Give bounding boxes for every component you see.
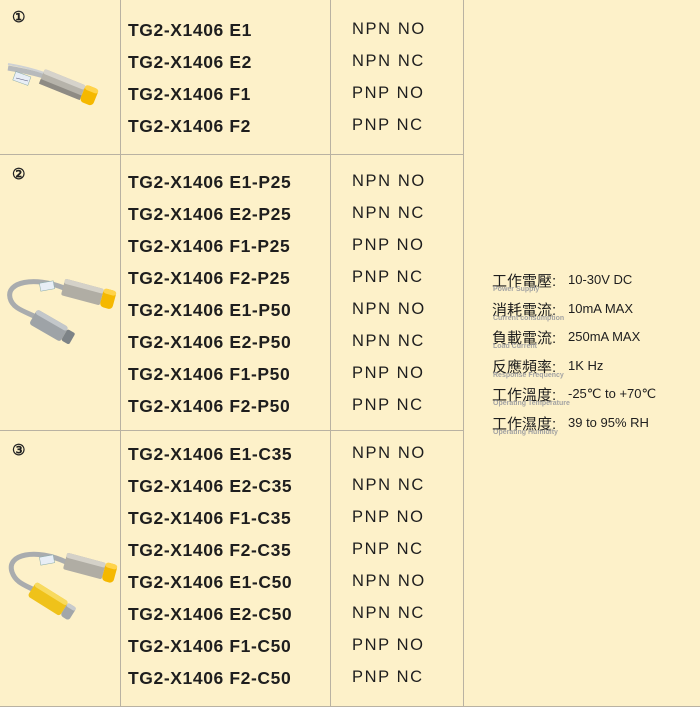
model-code: TG2-X1406 F2-C50: [128, 668, 292, 688]
model-code: TG2-X1406 E1-P50: [128, 300, 292, 320]
model-code: TG2-X1406 E2-P50: [128, 332, 292, 352]
model-cell-2: [121, 155, 330, 430]
spec-power-supply: 工作電壓: 10-30V DC Power Supply: [492, 270, 692, 299]
grid-divider: [463, 0, 464, 706]
output-type: PNP NO: [352, 508, 425, 526]
model-code: TG2-X1406 F2-C35: [128, 540, 292, 560]
model-code: TG2-X1406 F1-P50: [128, 364, 291, 384]
model-code: TG2-X1406 F1-C50: [128, 636, 292, 656]
output-type: NPN NO: [352, 300, 426, 318]
grid-divider: [0, 706, 700, 707]
sensor-photo-1: [7, 63, 99, 106]
sensor-photo-3: [8, 551, 118, 620]
output-type: PNP NC: [352, 668, 424, 686]
output-type: NPN NC: [352, 204, 425, 222]
output-type: NPN NC: [352, 52, 425, 70]
output-type: PNP NC: [352, 396, 424, 414]
output-type: PNP NC: [352, 540, 424, 558]
specifications: 工作電壓: 10-30V DC Power Supply 消耗電流: 10mA …: [492, 270, 692, 441]
sensor-photo-2: [7, 279, 117, 344]
grid-divider: [0, 154, 463, 155]
model-code: TG2-X1406 F2-P50: [128, 396, 291, 416]
model-code: TG2-X1406 F2-P25: [128, 268, 291, 288]
spec-english-label: Operating Temperature: [493, 400, 570, 407]
group-number-2: ②: [12, 166, 26, 183]
grid-divider: [330, 0, 331, 706]
output-type: PNP NC: [352, 268, 424, 286]
model-cell-3: [121, 431, 330, 706]
spec-value: 39 to 95% RH: [568, 414, 649, 430]
spec-operating-temperature: 工作溫度: -25℃ to +70℃ Operating Temperature: [492, 384, 692, 413]
model-code: TG2-X1406 F1: [128, 84, 251, 104]
output-type: NPN NC: [352, 476, 425, 494]
output-type: PNP NO: [352, 84, 425, 102]
spec-value: 1K Hz: [568, 357, 604, 373]
spec-value: 10-30V DC: [568, 272, 633, 287]
output-type: NPN NO: [352, 444, 426, 462]
spec-value: 250mA MAX: [568, 329, 641, 344]
spec-english-label: Response Frequency: [493, 371, 564, 379]
model-code: TG2-X1406 E2-C50: [128, 604, 293, 624]
type-cell-3: [331, 431, 463, 706]
output-type: NPN NC: [352, 332, 425, 350]
group-number-1: ①: [12, 9, 26, 26]
spec-value: 10mA MAX: [568, 300, 634, 316]
model-code: TG2-X1406 F1-C35: [128, 508, 292, 528]
model-code: TG2-X1406 E1-C50: [128, 572, 293, 592]
spec-english-label: Power Supply: [493, 286, 540, 293]
type-cell-2: [331, 155, 463, 430]
output-type: PNP NO: [352, 364, 425, 382]
spec-value: -25℃ to +70℃: [568, 386, 657, 401]
output-type: NPN NO: [352, 172, 426, 190]
spec-current-consumption: 消耗電流: 10mA MAX Current consumption: [492, 299, 692, 328]
model-code: TG2-X1406 F1-P25: [128, 236, 291, 256]
model-code: TG2-X1406 E1: [128, 20, 252, 40]
model-code: TG2-X1406 E2: [128, 52, 252, 72]
model-code: TG2-X1406 E1-P25: [128, 172, 292, 192]
grid-divider: [0, 430, 463, 431]
spec-english-label: Load Current: [493, 343, 537, 350]
output-type: NPN NO: [352, 20, 426, 38]
spec-english-label: Current consumption: [493, 314, 565, 322]
spec-load-current: 負載電流: 250mA MAX Load Current: [492, 327, 692, 356]
model-code: TG2-X1406 E2-C35: [128, 476, 293, 496]
model-code: TG2-X1406 E1-C35: [128, 444, 293, 464]
output-type: NPN NO: [352, 572, 426, 590]
output-type: PNP NC: [352, 116, 424, 134]
model-code: TG2-X1406 F2: [128, 116, 251, 136]
group-number-3: ③: [12, 442, 26, 459]
spec-english-label: Operating Humidity: [493, 428, 558, 436]
output-type: PNP NO: [352, 636, 425, 654]
product-spec-sheet: ① ② ③ TG2-X1406 E1 TG2-X1406 E2 TG2-X140…: [0, 0, 700, 726]
grid-divider: [120, 0, 121, 706]
spec-response-frequency: 反應頻率: 1K Hz Response Frequency: [492, 356, 692, 385]
model-code: TG2-X1406 E2-P25: [128, 204, 292, 224]
spec-operating-humidity: 工作濕度: 39 to 95% RH Operating Humidity: [492, 413, 692, 442]
output-type: PNP NO: [352, 236, 425, 254]
output-type: NPN NC: [352, 604, 425, 622]
